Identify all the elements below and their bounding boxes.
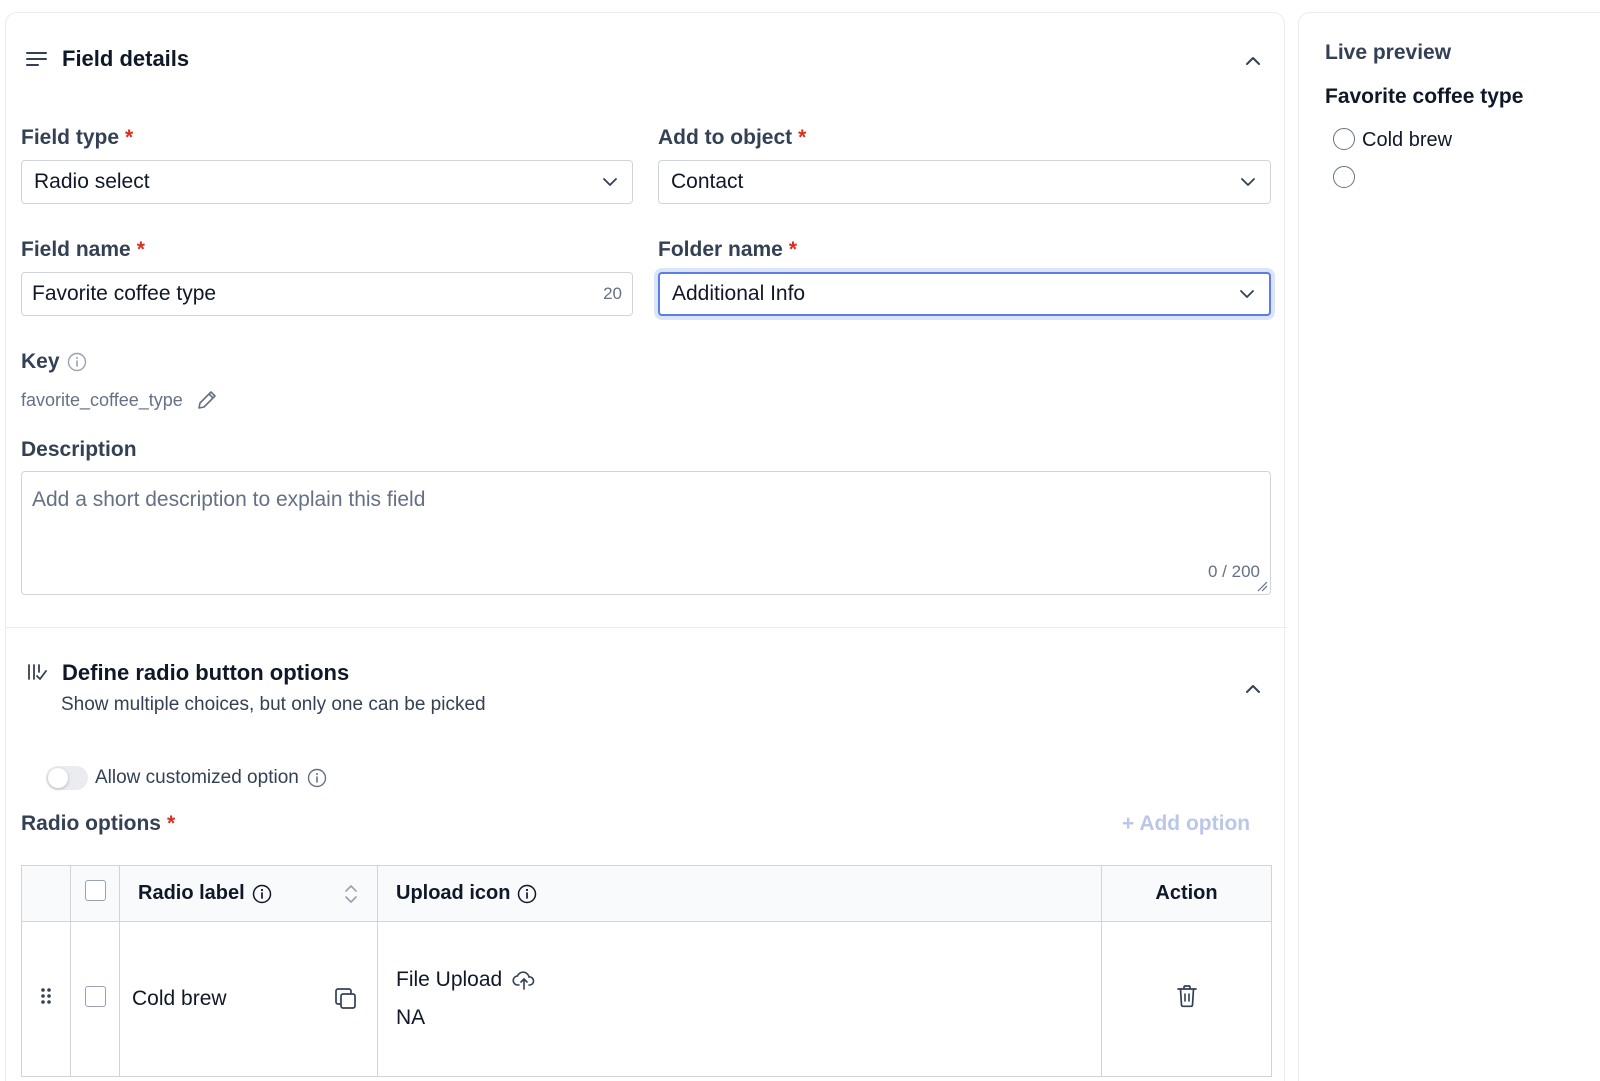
key-value: favorite_coffee_type bbox=[21, 389, 183, 410]
toggle-knob bbox=[48, 768, 68, 788]
key-label: Key bbox=[21, 350, 87, 374]
chevron-up-icon[interactable] bbox=[1242, 678, 1264, 700]
description-textarea[interactable]: Add a short description to explain this … bbox=[21, 471, 1271, 595]
upload-icon-cell: File Upload NA bbox=[377, 921, 1102, 1077]
radio-options-label: Radio options * bbox=[21, 812, 176, 835]
field-name-label: Field name * bbox=[21, 238, 145, 261]
trash-icon[interactable] bbox=[1176, 984, 1198, 1008]
chevron-up-icon[interactable] bbox=[1242, 50, 1264, 72]
radio-options-table: Radio label Upload icon Action Cold brew… bbox=[21, 865, 1272, 1077]
file-upload-title[interactable]: File Upload bbox=[396, 968, 502, 992]
allow-custom-toggle[interactable] bbox=[46, 766, 88, 790]
description-counter: 0 / 200 bbox=[1208, 562, 1260, 581]
upload-icon-header: Upload icon bbox=[377, 865, 1102, 922]
option-label[interactable]: Cold brew bbox=[132, 987, 227, 1011]
drag-handle-icon[interactable] bbox=[39, 986, 53, 1006]
cloud-upload-icon[interactable] bbox=[512, 969, 536, 991]
preview-radio-label: Cold brew bbox=[1362, 129, 1453, 151]
add-to-object-label: Add to object * bbox=[658, 126, 807, 149]
preview-radio[interactable] bbox=[1333, 128, 1355, 150]
field-details-header: Field details bbox=[26, 46, 189, 72]
radio-section-subtitle: Show multiple choices, but only one can … bbox=[61, 694, 486, 715]
table-header-row: Radio label Upload icon Action bbox=[21, 865, 1272, 922]
live-preview-title: Live preview bbox=[1325, 41, 1452, 64]
folder-name-select[interactable]: Additional Info bbox=[658, 272, 1271, 316]
preview-radio[interactable] bbox=[1333, 166, 1355, 188]
action-cell bbox=[1101, 921, 1272, 1077]
info-icon[interactable] bbox=[67, 352, 87, 372]
field-name-char-count: 20 bbox=[603, 284, 622, 303]
key-row: favorite_coffee_type bbox=[21, 388, 219, 412]
preview-field-title: Favorite coffee type bbox=[1325, 85, 1524, 108]
drag-cell bbox=[21, 921, 71, 1077]
drag-column-header bbox=[21, 865, 71, 922]
select-cell bbox=[70, 921, 120, 1077]
field-type-label: Field type * bbox=[21, 126, 134, 149]
section-divider bbox=[5, 627, 1287, 628]
chevron-down-icon bbox=[1240, 290, 1254, 298]
radio-section-title: Define radio button options bbox=[62, 660, 350, 685]
table-row: Cold brew File Upload NA bbox=[21, 921, 1272, 1077]
field-details-title: Field details bbox=[62, 46, 190, 71]
description-label: Description bbox=[21, 438, 137, 461]
chevron-down-icon bbox=[1241, 178, 1255, 186]
copy-icon[interactable] bbox=[333, 986, 359, 1012]
select-all-header bbox=[70, 865, 120, 922]
file-upload-value: NA bbox=[396, 1006, 426, 1029]
select-all-checkbox[interactable] bbox=[84, 880, 106, 901]
resize-grip-icon[interactable] bbox=[1256, 580, 1268, 592]
radio-section-header: Define radio button options bbox=[26, 660, 349, 686]
folder-name-label: Folder name * bbox=[658, 238, 798, 261]
field-name-input[interactable]: Favorite coffee type 20 bbox=[21, 272, 633, 316]
row-checkbox[interactable] bbox=[84, 985, 106, 1007]
info-icon[interactable] bbox=[307, 768, 327, 788]
add-option-button[interactable]: + Add option bbox=[1122, 812, 1250, 836]
sort-icon[interactable] bbox=[343, 883, 359, 905]
add-to-object-select[interactable]: Contact bbox=[658, 160, 1271, 204]
description-placeholder: Add a short description to explain this … bbox=[32, 488, 426, 511]
action-header: Action bbox=[1101, 865, 1272, 922]
allow-custom-row: Allow customized option bbox=[95, 767, 327, 789]
info-icon[interactable] bbox=[517, 884, 537, 904]
field-type-select[interactable]: Radio select bbox=[21, 160, 633, 204]
radio-label-header: Radio label bbox=[119, 865, 378, 922]
pencil-icon[interactable] bbox=[195, 388, 219, 412]
chevron-down-icon bbox=[603, 178, 617, 186]
lines-icon bbox=[26, 52, 47, 66]
radio-label-cell: Cold brew bbox=[119, 921, 378, 1077]
info-icon[interactable] bbox=[252, 884, 272, 904]
radio-options-icon bbox=[28, 664, 47, 680]
allow-custom-label: Allow customized option bbox=[95, 767, 299, 788]
